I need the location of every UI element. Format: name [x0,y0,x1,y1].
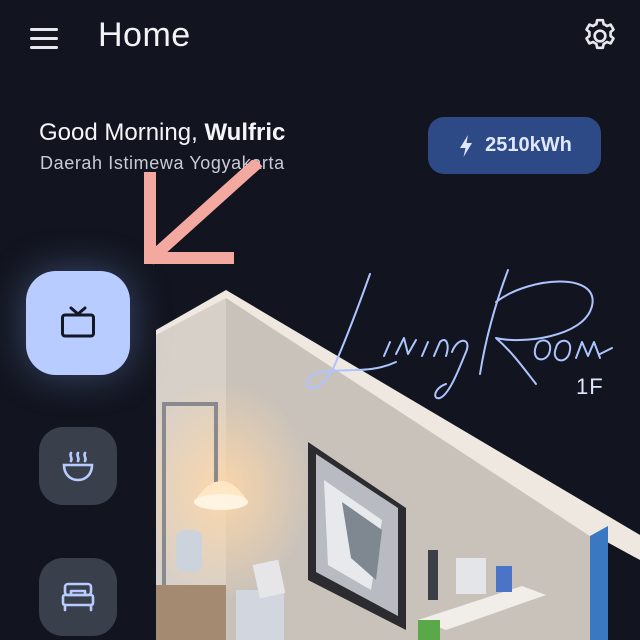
bed-icon [61,582,95,612]
room-floor-label: 1F [576,374,604,399]
pointer-arrow-icon [144,160,263,265]
greeting-prefix: Good Morning, [39,119,198,146]
energy-usage-button[interactable]: 2510kWh [428,117,601,174]
gear-icon [585,18,615,50]
user-name: Wulfric [204,119,286,146]
room-button-living-room[interactable] [26,271,130,375]
tv-icon [61,306,95,338]
bowl-icon [62,451,94,482]
room-title-script [306,269,613,400]
room-button-kitchen[interactable] [39,427,117,505]
room-button-bedroom[interactable] [39,558,117,636]
settings-button[interactable] [580,16,620,56]
menu-button[interactable] [26,22,64,54]
energy-value: 2510kWh [485,134,572,156]
greeting-text: Good Morning, Wulfric [39,119,285,147]
page-title: Home [98,16,191,54]
top-app-bar: Home [0,0,640,80]
lightning-bolt-icon [460,134,473,157]
